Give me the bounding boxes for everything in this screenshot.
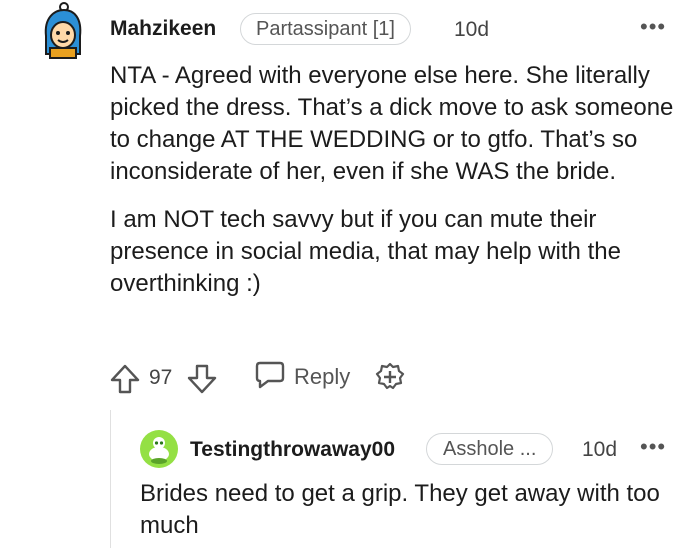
upvote-icon[interactable] (108, 362, 142, 401)
more-icon[interactable]: ••• (640, 14, 666, 40)
comment-paragraph: I am NOT tech savvy but if you can mute … (110, 206, 621, 297)
reply-button[interactable]: Reply (254, 360, 350, 394)
comment-username[interactable]: Mahzikeen (110, 17, 216, 41)
reply-icon (254, 360, 286, 395)
avatar[interactable] (140, 430, 178, 468)
reply-label: Reply (294, 364, 351, 389)
award-icon[interactable] (374, 361, 406, 398)
vote-score: 97 (149, 366, 173, 389)
more-icon[interactable]: ••• (640, 434, 666, 460)
user-flair: Partassipant [1] (240, 13, 411, 45)
comment-body: NTA - Agreed with everyone else here. Sh… (110, 60, 690, 316)
downvote-icon[interactable] (185, 362, 219, 401)
comment-timestamp[interactable]: 10d (582, 438, 617, 462)
comment-username[interactable]: Testingthrowaway00 (190, 438, 395, 462)
thread-line[interactable] (110, 410, 111, 548)
comment-paragraph: NTA - Agreed with everyone else here. Sh… (110, 62, 674, 185)
comment-timestamp[interactable]: 10d (454, 18, 489, 42)
comment-body: Brides need to get a grip. They get away… (140, 480, 660, 539)
user-flair: Asshole ... (426, 433, 554, 465)
avatar[interactable] (40, 2, 84, 62)
